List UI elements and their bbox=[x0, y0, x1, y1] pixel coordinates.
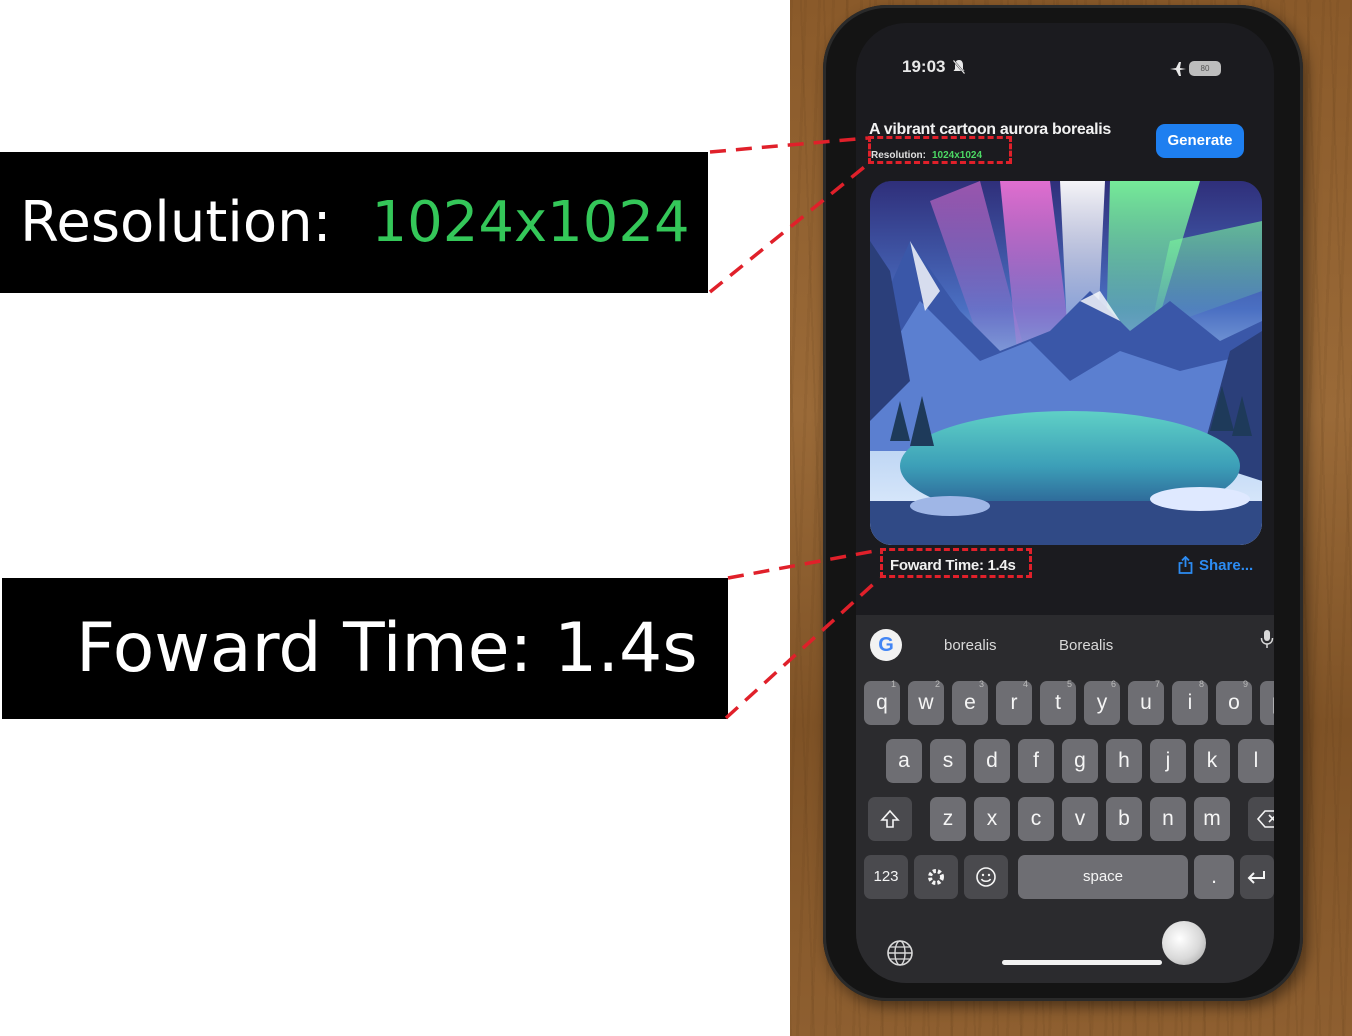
keyboard: G borealis Borealis 123 space . q 1 w 2 … bbox=[856, 615, 1274, 983]
gear-icon bbox=[928, 869, 944, 885]
resolution-callout-value: 1024x1024 bbox=[371, 190, 690, 255]
key-q[interactable]: q1 bbox=[864, 679, 900, 725]
settings-key[interactable] bbox=[914, 855, 958, 899]
key-p[interactable]: p0 bbox=[1260, 681, 1274, 725]
key-s[interactable]: s bbox=[930, 739, 966, 783]
key-hint-1: 1 bbox=[890, 679, 896, 689]
forward-time-highlight-box bbox=[880, 548, 1032, 578]
emoji-icon bbox=[976, 867, 996, 887]
numbers-key[interactable]: 123 bbox=[864, 855, 908, 899]
key-j[interactable]: j bbox=[1150, 739, 1186, 783]
key-m[interactable]: m bbox=[1194, 797, 1230, 841]
key-k[interactable]: k bbox=[1194, 739, 1230, 783]
key-u[interactable]: u7 bbox=[1128, 679, 1164, 725]
key-b[interactable]: b bbox=[1106, 797, 1142, 841]
key-e[interactable]: e3 bbox=[952, 679, 988, 725]
suggestion-1[interactable]: borealis bbox=[944, 637, 997, 654]
key-a[interactable]: a bbox=[886, 739, 922, 783]
space-key[interactable]: space bbox=[1018, 855, 1188, 899]
aurora-landscape-illustration bbox=[870, 181, 1262, 545]
battery-icon: 80 bbox=[1189, 61, 1221, 76]
share-button[interactable]: Share... bbox=[1178, 556, 1253, 574]
key-f[interactable]: f bbox=[1018, 739, 1054, 783]
key-v[interactable]: v bbox=[1062, 797, 1098, 841]
resolution-callout: Resolution: 1024x1024 bbox=[0, 152, 708, 293]
key-d[interactable]: d bbox=[974, 739, 1010, 783]
key-i[interactable]: i8 bbox=[1172, 679, 1208, 725]
key-n[interactable]: n bbox=[1150, 797, 1186, 841]
airplane-mode-icon bbox=[1170, 62, 1186, 76]
key-z[interactable]: z bbox=[930, 797, 966, 841]
backspace-key[interactable] bbox=[1248, 797, 1274, 841]
silent-bell-icon bbox=[952, 59, 966, 75]
share-label: Share... bbox=[1199, 556, 1254, 574]
key-hint-2: 2 bbox=[934, 679, 940, 689]
generated-image bbox=[870, 181, 1262, 545]
key-hint-7: 7 bbox=[1154, 679, 1160, 689]
key-c[interactable]: c bbox=[1018, 797, 1054, 841]
phone-screen: 19:03 80 A vibrant cartoon aurora boreal… bbox=[856, 23, 1274, 983]
key-g[interactable]: g bbox=[1062, 739, 1098, 783]
home-indicator[interactable] bbox=[1002, 960, 1162, 965]
shift-icon bbox=[880, 809, 900, 828]
return-icon bbox=[1247, 871, 1265, 884]
key-h[interactable]: h bbox=[1106, 739, 1142, 783]
status-time: 19:03 bbox=[902, 57, 946, 76]
key-hint-8: 8 bbox=[1198, 679, 1204, 689]
key-l[interactable]: l bbox=[1238, 739, 1274, 783]
resolution-callout-label: Resolution: bbox=[20, 190, 332, 255]
key-w[interactable]: w2 bbox=[908, 679, 944, 725]
forward-time-callout-text: Foward Time: 1.4s bbox=[76, 609, 698, 688]
shift-key[interactable] bbox=[868, 797, 912, 841]
emoji-key[interactable] bbox=[964, 855, 1008, 899]
key-hint-3: 3 bbox=[978, 679, 984, 689]
share-icon bbox=[1178, 556, 1193, 574]
key-o[interactable]: o9 bbox=[1216, 679, 1252, 725]
key-t[interactable]: t5 bbox=[1040, 679, 1076, 725]
microphone-icon[interactable] bbox=[1260, 629, 1274, 649]
key-hint-6: 6 bbox=[1110, 679, 1116, 689]
key-hint-9: 9 bbox=[1242, 679, 1248, 689]
key-y[interactable]: y6 bbox=[1084, 679, 1120, 725]
key-x[interactable]: x bbox=[974, 797, 1010, 841]
globe-icon[interactable] bbox=[886, 939, 914, 967]
resolution-highlight-box bbox=[868, 136, 1012, 164]
suggestion-2[interactable]: Borealis bbox=[1059, 637, 1113, 654]
key-hint-5: 5 bbox=[1066, 679, 1072, 689]
key-r[interactable]: r4 bbox=[996, 679, 1032, 725]
backspace-icon bbox=[1256, 810, 1274, 828]
assistive-touch-button[interactable] bbox=[1162, 921, 1206, 965]
forward-time-callout: Foward Time: 1.4s bbox=[2, 578, 728, 719]
period-key[interactable]: . bbox=[1194, 855, 1234, 899]
google-logo-icon[interactable]: G bbox=[870, 629, 902, 661]
return-key[interactable] bbox=[1240, 855, 1274, 899]
key-hint-4: 4 bbox=[1022, 679, 1028, 689]
generate-button[interactable]: Generate bbox=[1156, 124, 1244, 158]
